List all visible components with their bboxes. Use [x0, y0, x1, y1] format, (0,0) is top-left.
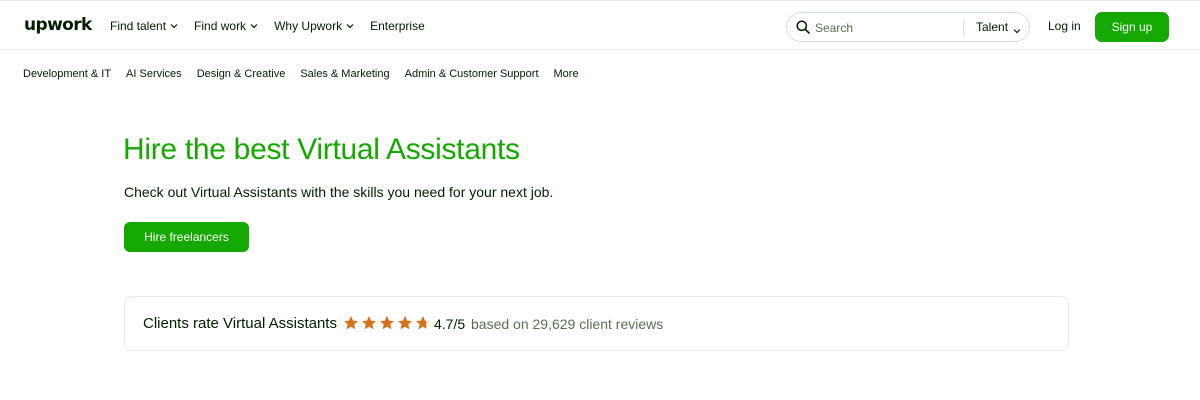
search-scope-label: Talent	[976, 20, 1009, 34]
search-icon[interactable]	[796, 20, 810, 34]
page-subtitle: Check out Virtual Assistants with the sk…	[124, 184, 554, 200]
top-navigation-bar: upwork Find talent Find work Why Upwork …	[0, 0, 1200, 50]
nav-item-label: Enterprise	[370, 19, 425, 33]
star-icon	[344, 316, 358, 330]
login-link[interactable]: Log in	[1048, 19, 1081, 34]
nav-item-label: Find work	[194, 19, 247, 33]
category-design-creative[interactable]: Design & Creative	[197, 67, 286, 81]
category-nav: Development & IT AI Services Design & Cr…	[23, 67, 594, 81]
category-development-it[interactable]: Development & IT	[23, 67, 111, 81]
search-input[interactable]	[815, 19, 955, 36]
search-bar: Talent	[786, 12, 1030, 42]
rating-label: Clients rate Virtual Assistants	[143, 315, 337, 332]
signup-button[interactable]: Sign up	[1095, 12, 1169, 42]
nav-why-upwork[interactable]: Why Upwork	[274, 18, 354, 34]
main-nav: Find talent Find work Why Upwork Enterpr…	[110, 18, 441, 34]
hire-freelancers-button[interactable]: Hire freelancers	[124, 222, 249, 252]
search-scope-dropdown[interactable]: Talent	[976, 20, 1021, 35]
rating-card: Clients rate Virtual Assistants 4.7/5 ba…	[124, 296, 1069, 351]
category-admin-support[interactable]: Admin & Customer Support	[405, 67, 539, 81]
review-count: based on 29,629 client reviews	[471, 316, 664, 332]
chevron-down-icon	[1013, 24, 1021, 33]
nav-item-label: Why Upwork	[274, 19, 343, 33]
chevron-down-icon	[346, 22, 354, 30]
rating-score: 4.7/5	[434, 316, 466, 332]
nav-find-talent[interactable]: Find talent	[110, 18, 178, 34]
nav-enterprise[interactable]: Enterprise	[370, 18, 425, 34]
upwork-logo[interactable]: upwork	[24, 15, 92, 35]
star-icon	[362, 316, 376, 330]
star-icon	[380, 316, 394, 330]
star-rating	[343, 315, 431, 331]
star-icon	[398, 316, 412, 330]
chevron-down-icon	[250, 22, 258, 30]
star-icon	[416, 316, 430, 330]
nav-item-label: Find talent	[110, 19, 167, 33]
nav-find-work[interactable]: Find work	[194, 18, 258, 34]
category-more[interactable]: More	[554, 67, 579, 81]
category-ai-services[interactable]: AI Services	[126, 67, 182, 81]
page-title: Hire the best Virtual Assistants	[123, 133, 520, 166]
search-divider	[963, 20, 964, 35]
category-sales-marketing[interactable]: Sales & Marketing	[300, 67, 389, 81]
chevron-down-icon	[170, 22, 178, 30]
